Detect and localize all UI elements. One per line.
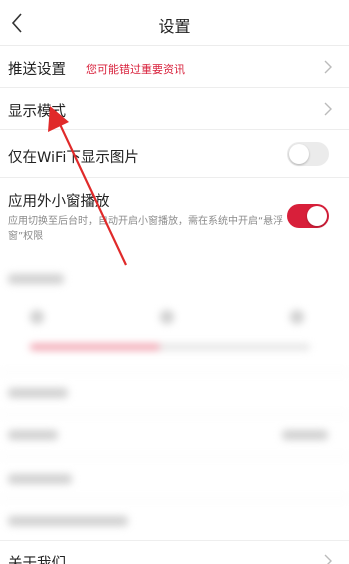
divider <box>0 372 349 373</box>
chevron-right-icon <box>324 60 332 74</box>
mini-window-label: 应用外小窗播放 <box>8 194 110 210</box>
blurred-text <box>8 430 58 440</box>
blurred-settings-area <box>0 258 349 540</box>
header-bar: 设置 <box>0 0 349 46</box>
blurred-slider-fill <box>30 344 160 350</box>
blurred-text <box>282 430 328 440</box>
blurred-text <box>8 274 64 284</box>
display-mode-label: 显示模式 <box>8 104 66 120</box>
wifi-images-row: 仅在WiFi下显示图片 <box>0 130 349 178</box>
push-settings-row[interactable]: 推送设置 您可能错过重要资讯 <box>0 46 349 88</box>
divider <box>0 498 349 499</box>
blurred-dot <box>290 310 304 324</box>
mini-window-toggle[interactable] <box>287 204 329 228</box>
about-us-label: 关于我们 <box>8 556 66 564</box>
chevron-right-icon <box>324 554 332 564</box>
blurred-dot <box>30 310 44 324</box>
page-title: 设置 <box>158 17 191 36</box>
mini-window-description: 应用切换至后台时，自动开启小窗播放，需在系统中开启“悬浮窗”权限 <box>8 216 284 242</box>
toggle-knob <box>289 144 309 164</box>
blurred-dot <box>160 310 174 324</box>
toggle-knob <box>307 206 327 226</box>
divider <box>0 414 349 415</box>
push-settings-label: 推送设置 <box>8 62 66 78</box>
wifi-images-toggle[interactable] <box>287 142 329 166</box>
blurred-text <box>8 474 72 484</box>
divider <box>0 456 349 457</box>
push-settings-hint: 您可能错过重要资讯 <box>86 63 185 76</box>
blurred-text <box>8 388 68 398</box>
chevron-right-icon <box>324 102 332 116</box>
blurred-text <box>8 516 128 526</box>
mini-window-row: 应用外小窗播放 应用切换至后台时，自动开启小窗播放，需在系统中开启“悬浮窗”权限 <box>0 178 349 258</box>
wifi-images-label: 仅在WiFi下显示图片 <box>8 150 139 166</box>
display-mode-row[interactable]: 显示模式 <box>0 88 349 130</box>
about-us-row[interactable]: 关于我们 <box>0 540 349 564</box>
